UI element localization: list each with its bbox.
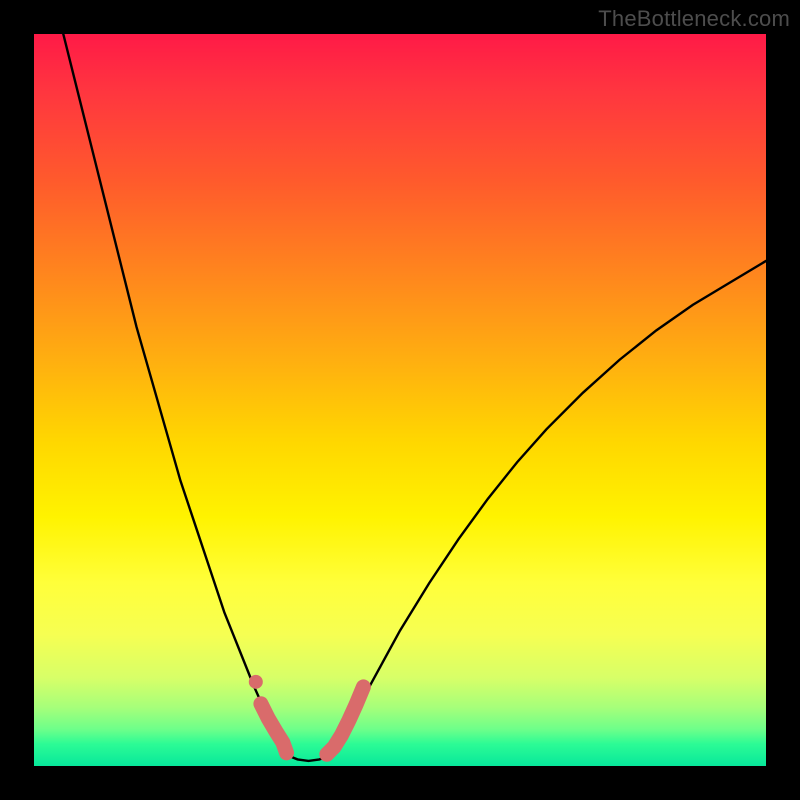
isolated-dot-marker <box>249 675 263 689</box>
chart-frame: TheBottleneck.com <box>0 0 800 800</box>
right-curve-path <box>330 261 766 755</box>
chart-svg <box>34 34 766 766</box>
marker-band-right-path <box>327 687 364 754</box>
plot-area <box>34 34 766 766</box>
curve-group <box>63 34 766 761</box>
brand-watermark: TheBottleneck.com <box>598 6 790 32</box>
marker-band-left-path <box>261 704 287 753</box>
left-curve-path <box>63 34 286 755</box>
